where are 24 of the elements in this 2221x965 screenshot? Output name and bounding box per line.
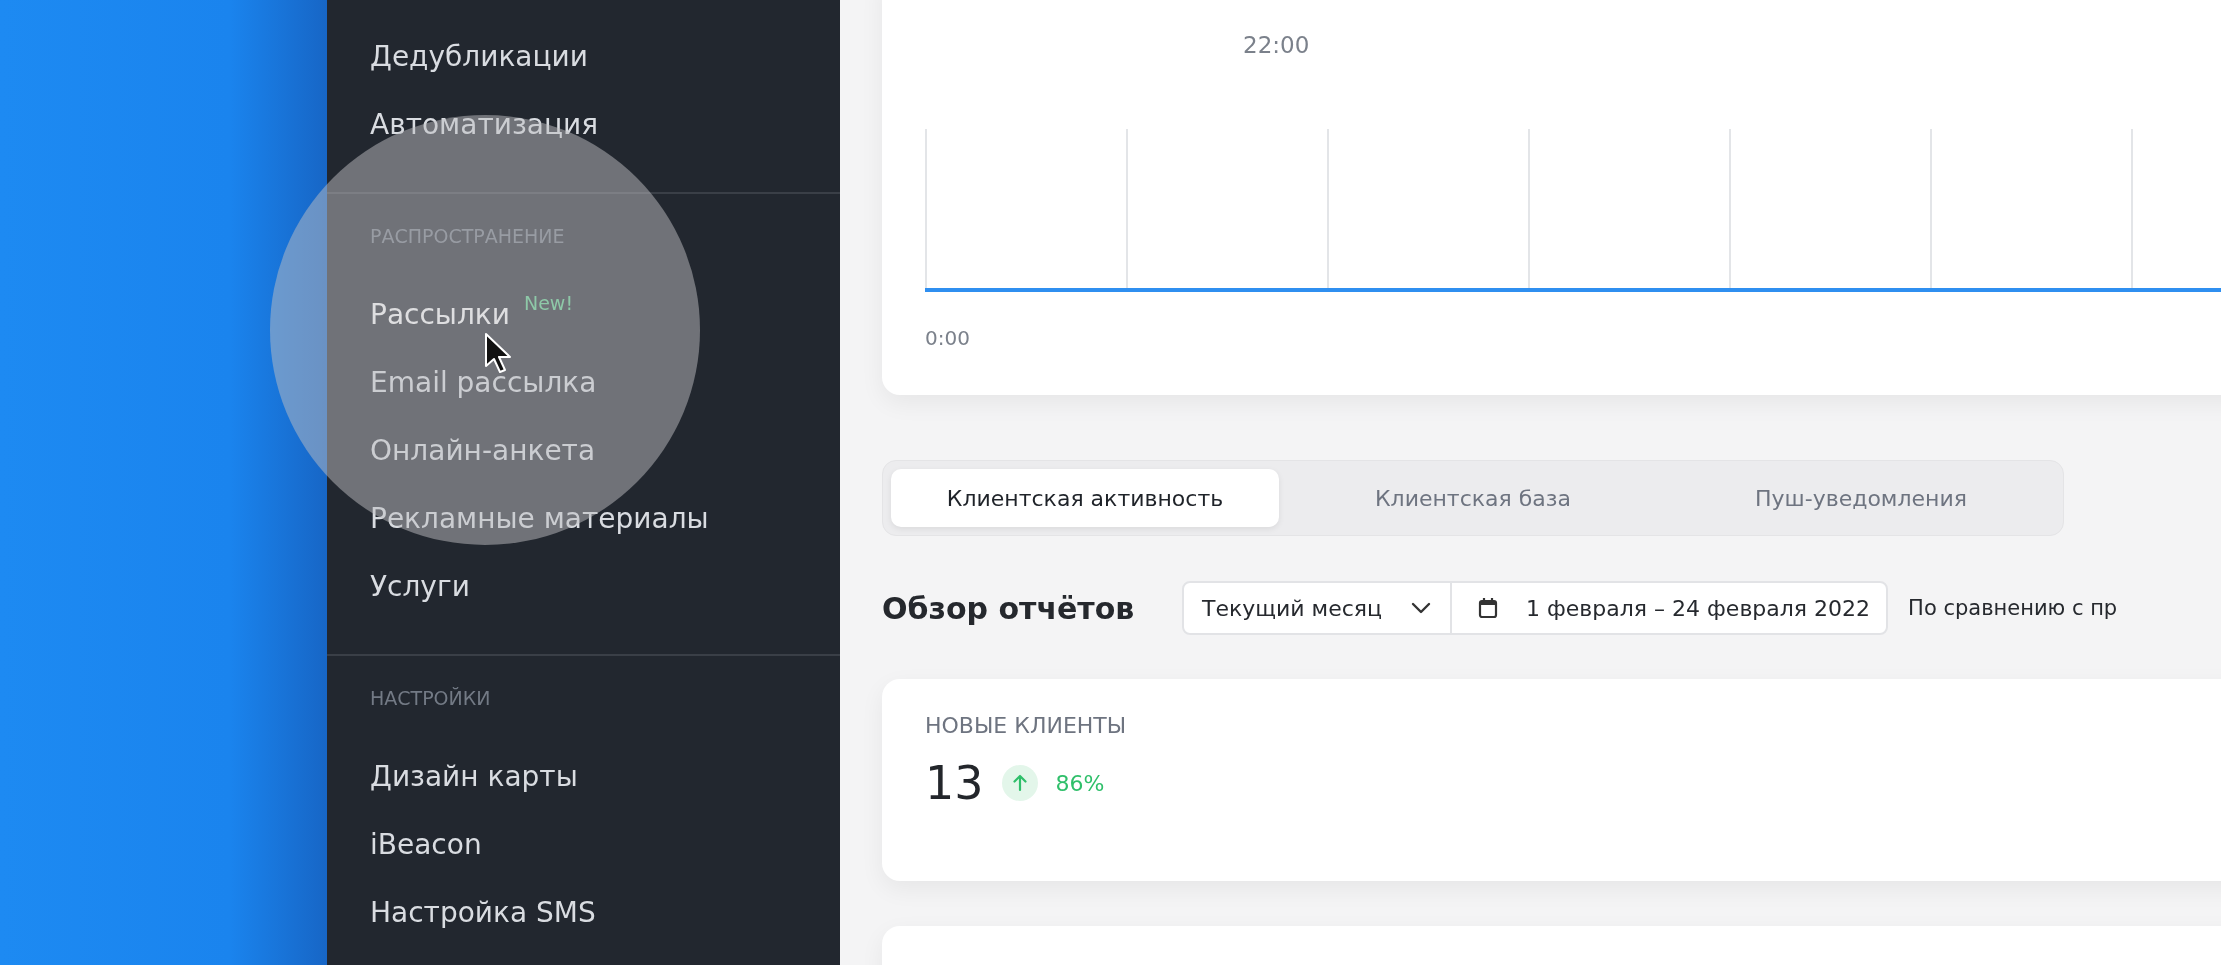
section-header: НАСТРОЙКИ	[369, 686, 492, 711]
section-title: Обзор отчётов	[882, 590, 1136, 626]
sidebar-item[interactable]: Услуги	[370, 569, 470, 603]
sidebar-item[interactable]: iBeacon	[370, 827, 482, 861]
stat-label: НОВЫЕ КЛИЕНТЫ	[925, 713, 1128, 738]
date-range-button[interactable]: 1 февраля – 24 февраля 2022	[1452, 583, 1887, 633]
sidebar-item[interactable]: Дедубликации	[370, 39, 588, 73]
change-percent: 86%	[1055, 770, 1105, 796]
axis-label: 0:00	[925, 326, 971, 350]
tab[interactable]: Пуш-уведомления	[1667, 469, 2055, 527]
calendar-icon	[1478, 597, 1499, 619]
new-label: New!	[523, 292, 573, 314]
cursor-icon	[484, 332, 514, 374]
sidebar-item[interactable]: Дизайн карты	[370, 759, 578, 793]
chevron-down-icon	[1410, 601, 1433, 615]
comparison-label: По сравнению с пр	[1908, 596, 2118, 620]
tab[interactable]: Клиентская база	[1279, 469, 1667, 527]
time-label: 22:00	[1243, 32, 1311, 58]
tab[interactable]: Клиентская активность	[891, 469, 1279, 527]
period-dropdown[interactable]: Текущий месяц	[1184, 583, 1453, 633]
stat-value: 13	[925, 756, 984, 810]
arrow-up-icon	[1001, 765, 1038, 801]
sidebar-item[interactable]: Настройка SMS	[370, 895, 596, 929]
sidebar-item[interactable]: Рассылки	[370, 297, 510, 331]
